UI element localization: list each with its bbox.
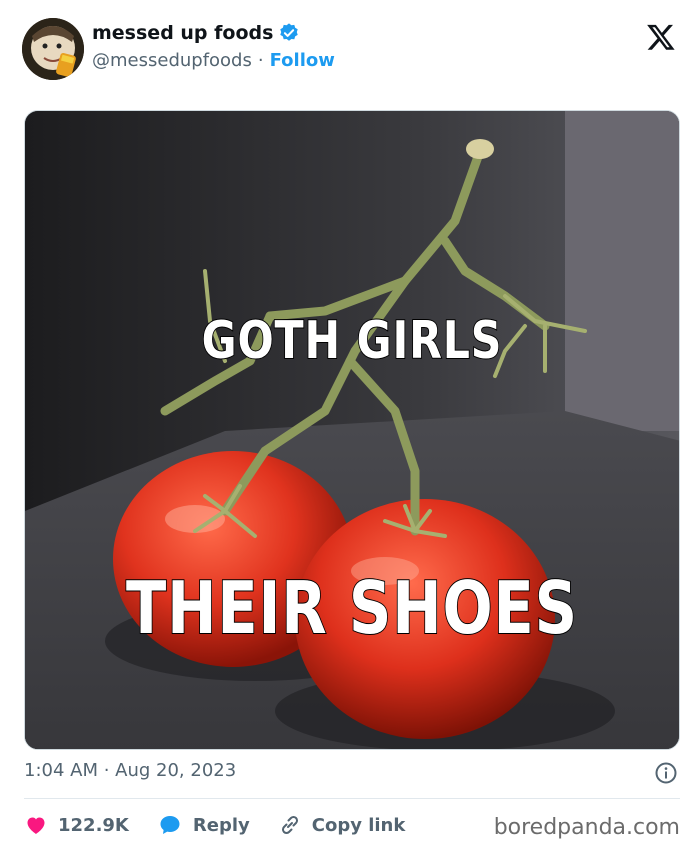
- tweet-card: messed up foods @messedupfoods · Follow: [4, 0, 696, 852]
- verified-badge-icon: [278, 22, 300, 44]
- copy-link-label: Copy link: [311, 814, 406, 836]
- tweet-timestamp[interactable]: 1:04 AM · Aug 20, 2023: [24, 760, 236, 781]
- heart-icon: [27, 817, 45, 834]
- meme-photo: [25, 111, 679, 749]
- meme-bottom-caption: THEIR SHOES: [125, 565, 578, 651]
- divider: [24, 798, 680, 799]
- action-bar: 122.9K Reply Copy link: [24, 808, 433, 842]
- info-icon[interactable]: [654, 761, 678, 785]
- separator: ·: [257, 50, 264, 71]
- link-icon: [281, 815, 298, 835]
- x-logo-icon[interactable]: [646, 22, 676, 52]
- follow-button[interactable]: Follow: [270, 50, 335, 71]
- handle-row: @messedupfoods · Follow: [92, 50, 335, 71]
- watermark: boredpanda.com: [493, 815, 680, 840]
- copy-link-button[interactable]: Copy link: [278, 813, 406, 837]
- avatar[interactable]: [22, 18, 84, 80]
- user-handle[interactable]: @messedupfoods: [92, 50, 252, 71]
- reply-label: Reply: [192, 814, 250, 836]
- like-count: 122.9K: [58, 814, 129, 836]
- reply-button[interactable]: Reply: [157, 813, 250, 837]
- speech-bubble-icon: [160, 816, 180, 834]
- tweet-header: messed up foods @messedupfoods · Follow: [22, 18, 678, 80]
- timestamp-row: 1:04 AM · Aug 20, 2023: [24, 760, 680, 788]
- meme-top-caption: GOTH GIRLS: [201, 310, 503, 372]
- display-name[interactable]: messed up foods: [92, 22, 273, 44]
- tweet-media-image[interactable]: GOTH GIRLS THEIR SHOES: [24, 110, 680, 750]
- name-row: messed up foods: [92, 22, 300, 44]
- like-button[interactable]: 122.9K: [24, 813, 129, 837]
